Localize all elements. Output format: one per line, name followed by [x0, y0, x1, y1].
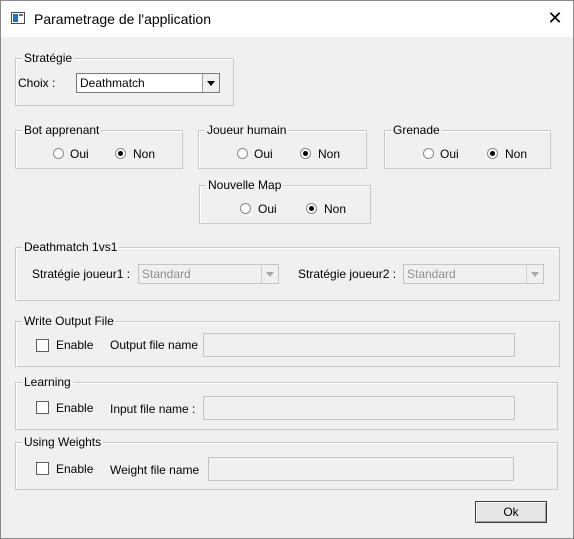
grenade-non-label[interactable]: Non: [505, 147, 527, 161]
nouvelle-map-group: Nouvelle Map Oui Non: [199, 177, 371, 224]
chevron-down-icon[interactable]: [526, 265, 543, 283]
app-icon: [11, 12, 25, 24]
joueur-humain-non-label[interactable]: Non: [318, 147, 340, 161]
strategie-legend: Stratégie: [22, 50, 75, 66]
input-file-name-input[interactable]: [203, 396, 515, 420]
deathmatch-legend: Deathmatch 1vs1: [22, 239, 120, 255]
write-output-enable-checkbox[interactable]: [36, 339, 49, 352]
using-weights-group: Using Weights Enable Weight file name: [15, 434, 558, 490]
using-weights-legend: Using Weights: [22, 434, 104, 450]
ok-button[interactable]: Ok: [475, 501, 547, 523]
title-bar: Parametrage de l'application ✕: [1, 1, 573, 37]
using-weights-enable-label[interactable]: Enable: [56, 462, 93, 476]
bot-apprenant-oui-label[interactable]: Oui: [70, 147, 89, 161]
strategie-joueur1-select[interactable]: Standard: [138, 264, 279, 284]
joueur-humain-group: Joueur humain Oui Non: [198, 122, 367, 169]
grenade-oui-radio[interactable]: [423, 148, 434, 159]
strategie-joueur2-select[interactable]: Standard: [403, 264, 544, 284]
grenade-group: Grenade Oui Non: [384, 122, 551, 169]
learning-group: Learning Enable Input file name :: [15, 374, 558, 430]
bot-apprenant-non-label[interactable]: Non: [133, 147, 155, 161]
weight-file-name-label: Weight file name: [110, 463, 200, 477]
weight-file-name-input[interactable]: [208, 457, 514, 481]
bot-apprenant-non-radio[interactable]: [115, 148, 126, 159]
choix-label: Choix :: [18, 76, 56, 90]
bot-apprenant-legend: Bot apprenant: [22, 122, 102, 138]
strategie-joueur2-label: Stratégie joueur2 :: [298, 267, 397, 281]
grenade-non-radio[interactable]: [487, 148, 498, 159]
joueur-humain-oui-label[interactable]: Oui: [254, 147, 273, 161]
strategie-group: Stratégie Choix : Deathmatch: [15, 50, 234, 106]
deathmatch-group: Deathmatch 1vs1 Stratégie joueur1 : Stan…: [15, 239, 560, 301]
using-weights-enable-checkbox[interactable]: [36, 462, 49, 475]
joueur-humain-legend: Joueur humain: [205, 122, 289, 138]
grenade-oui-label[interactable]: Oui: [440, 147, 459, 161]
write-output-legend: Write Output File: [22, 313, 116, 329]
bot-apprenant-oui-radio[interactable]: [53, 148, 64, 159]
strategie-joueur1-value: Standard: [142, 267, 191, 281]
joueur-humain-oui-radio[interactable]: [237, 148, 248, 159]
close-button[interactable]: ✕: [541, 5, 569, 31]
output-file-name-label: Output file name: [110, 338, 199, 352]
settings-dialog: Parametrage de l'application ✕ Stratégie…: [0, 0, 574, 539]
write-output-enable-label[interactable]: Enable: [56, 338, 93, 352]
learning-legend: Learning: [22, 374, 73, 390]
nouvelle-map-non-radio[interactable]: [306, 203, 317, 214]
nouvelle-map-oui-radio[interactable]: [240, 203, 251, 214]
chevron-down-icon[interactable]: [261, 265, 278, 283]
strategie-joueur1-label: Stratégie joueur1 :: [32, 267, 131, 281]
learning-enable-label[interactable]: Enable: [56, 401, 93, 415]
joueur-humain-non-radio[interactable]: [300, 148, 311, 159]
output-file-name-input[interactable]: [203, 333, 515, 357]
window-title: Parametrage de l'application: [34, 11, 212, 27]
nouvelle-map-non-label[interactable]: Non: [324, 202, 346, 216]
bot-apprenant-group: Bot apprenant Oui Non: [15, 122, 183, 169]
nouvelle-map-oui-label[interactable]: Oui: [258, 202, 277, 216]
learning-enable-checkbox[interactable]: [36, 401, 49, 414]
input-file-name-label: Input file name :: [110, 402, 196, 416]
nouvelle-map-legend: Nouvelle Map: [206, 177, 284, 193]
strategie-joueur2-value: Standard: [407, 267, 456, 281]
chevron-down-icon[interactable]: [202, 74, 219, 92]
grenade-legend: Grenade: [391, 122, 442, 138]
write-output-group: Write Output File Enable Output file nam…: [15, 313, 560, 367]
strategie-select-value: Deathmatch: [80, 76, 145, 90]
strategie-select[interactable]: Deathmatch: [76, 73, 220, 93]
